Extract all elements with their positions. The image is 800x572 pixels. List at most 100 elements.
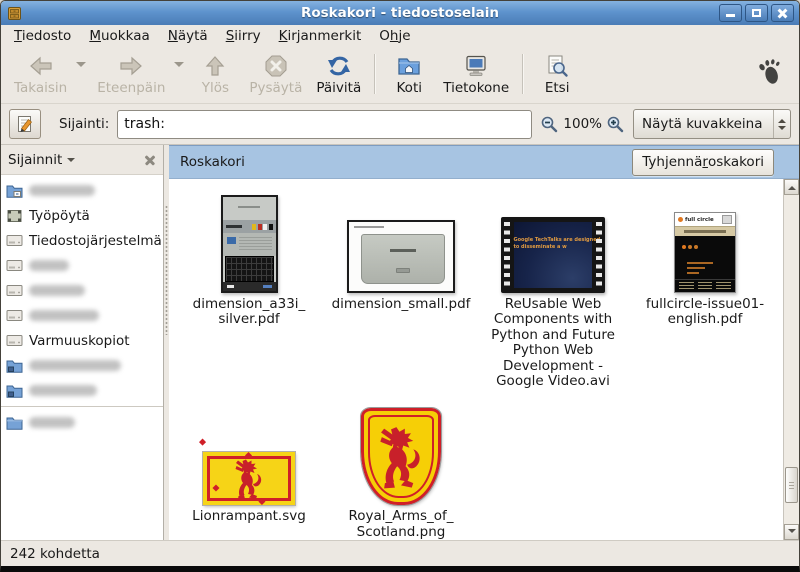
sidebar-title[interactable]: Sijainnit bbox=[8, 152, 62, 168]
view-mode-value: Näytä kuvakkeina bbox=[634, 116, 773, 132]
file-label: dimension_a33i_ silver.pdf bbox=[193, 297, 306, 328]
places-list: Työpöytä Tiedostojärjestelmä bbox=[1, 175, 163, 540]
window-title: Roskakori - tiedostoselain bbox=[1, 5, 799, 21]
menu-muokkaa[interactable]: Muokkaa bbox=[80, 26, 158, 46]
drive-icon bbox=[6, 309, 23, 322]
home-folder-icon bbox=[6, 184, 23, 198]
zoom-out-icon[interactable] bbox=[540, 115, 559, 134]
file-lionrampant-svg[interactable]: Lionrampant.svg bbox=[173, 405, 325, 540]
sidebar-item-redacted[interactable] bbox=[1, 303, 163, 328]
view-mode-spinner bbox=[773, 110, 790, 138]
forward-button[interactable]: Eteenpäin bbox=[90, 51, 172, 98]
refresh-arrows-icon bbox=[326, 53, 352, 79]
file-dimension-a33i-silver-pdf[interactable]: dimension_a33i_ silver.pdf bbox=[173, 193, 325, 389]
monitor-icon bbox=[463, 53, 489, 79]
pdf-thumbnail bbox=[347, 220, 455, 293]
image-thumbnail bbox=[203, 452, 295, 505]
drive-icon bbox=[6, 284, 23, 297]
arrow-right-icon bbox=[118, 53, 144, 79]
refresh-button[interactable]: Päivitä bbox=[309, 51, 368, 98]
scrollbar-thumb[interactable] bbox=[785, 467, 798, 503]
sidebar-item-redacted[interactable] bbox=[1, 253, 163, 278]
location-toggle-button[interactable] bbox=[9, 109, 41, 139]
sidebar-close-icon[interactable] bbox=[144, 154, 156, 166]
location-label: Sijainti: bbox=[59, 116, 109, 132]
menu-tiedosto[interactable]: Tiedosto bbox=[5, 26, 80, 46]
drive-icon bbox=[6, 334, 23, 347]
menubar: Tiedosto Muokkaa Näytä Siirry Kirjanmerk… bbox=[1, 25, 799, 47]
trash-header-title: Roskakori bbox=[180, 154, 245, 170]
file-royal-arms-of-scotland-png[interactable]: Royal_Arms_of_ Scotland.png bbox=[325, 405, 477, 540]
icon-view[interactable]: dimension_a33i_ silver.pdf dimension_sma… bbox=[169, 179, 799, 540]
sidebar-item-desktop[interactable]: Työpöytä bbox=[1, 203, 163, 228]
folder-emblem-icon bbox=[6, 384, 23, 398]
folder-home-icon bbox=[396, 53, 422, 79]
computer-button[interactable]: Tietokone bbox=[436, 51, 516, 98]
toolbar: Takaisin Eteenpäin Ylös Pysäytä Päivitä … bbox=[1, 47, 799, 104]
file-dimension-small-pdf[interactable]: dimension_small.pdf bbox=[325, 193, 477, 389]
zoom-level: 100% bbox=[563, 116, 602, 132]
toolbar-separator bbox=[374, 54, 376, 94]
zoom-in-icon[interactable] bbox=[606, 115, 625, 134]
up-button[interactable]: Ylös bbox=[188, 51, 242, 98]
home-button[interactable]: Koti bbox=[382, 51, 436, 98]
pdf-thumbnail bbox=[221, 195, 278, 293]
file-fullcircle-issue01-pdf[interactable]: full circle fullcircle-issue01- english.… bbox=[629, 193, 781, 389]
close-button[interactable] bbox=[771, 4, 794, 22]
search-button[interactable]: Etsi bbox=[530, 51, 584, 98]
toolbar-separator bbox=[522, 54, 524, 94]
back-button[interactable]: Takaisin bbox=[7, 51, 74, 98]
vertical-scrollbar[interactable] bbox=[783, 179, 799, 540]
gnome-foot-logo bbox=[747, 58, 793, 90]
sidebar-item-redacted[interactable] bbox=[1, 410, 163, 435]
pdf-thumbnail: full circle bbox=[674, 212, 736, 293]
sidebar-item-home[interactable] bbox=[1, 178, 163, 203]
drive-icon bbox=[6, 259, 23, 272]
desktop-icon bbox=[6, 209, 23, 223]
trash-header-bar: Roskakori Tyhjennä roskakori bbox=[169, 145, 799, 179]
file-view-pane: Roskakori Tyhjennä roskakori bbox=[169, 145, 799, 540]
arrow-up-icon bbox=[202, 53, 228, 79]
menu-siirry[interactable]: Siirry bbox=[217, 26, 270, 46]
document-magnifier-icon bbox=[544, 53, 570, 79]
location-bar: Sijainti: 100% Näytä kuvakkeina bbox=[1, 104, 799, 145]
forward-history-dropdown[interactable] bbox=[172, 62, 186, 72]
stop-button[interactable]: Pysäytä bbox=[242, 51, 309, 98]
sidebar-item-backups[interactable]: Varmuuskopiot bbox=[1, 328, 163, 353]
titlebar[interactable]: Roskakori - tiedostoselain bbox=[1, 1, 799, 25]
empty-trash-button[interactable]: Tyhjennä roskakori bbox=[632, 149, 774, 176]
statusbar: 242 kohdetta bbox=[1, 540, 799, 566]
sidebar-item-redacted[interactable] bbox=[1, 378, 163, 403]
file-label: fullcircle-issue01- english.pdf bbox=[646, 297, 764, 328]
folder-emblem-icon bbox=[6, 359, 23, 373]
menu-nayta[interactable]: Näytä bbox=[159, 26, 217, 46]
arrow-left-icon bbox=[28, 53, 54, 79]
file-reusable-web-components-avi[interactable]: Google TechTalks are designed to dissemi… bbox=[477, 193, 629, 389]
location-input[interactable] bbox=[117, 110, 532, 139]
file-label: Lionrampant.svg bbox=[192, 509, 306, 524]
scroll-up-arrow[interactable] bbox=[784, 179, 799, 195]
chevron-down-icon bbox=[67, 158, 75, 166]
scroll-down-arrow[interactable] bbox=[784, 524, 799, 540]
sidebar-item-redacted[interactable] bbox=[1, 278, 163, 303]
sidebar-separator bbox=[1, 406, 163, 407]
file-label: dimension_small.pdf bbox=[332, 297, 471, 312]
minimize-button[interactable] bbox=[719, 4, 742, 22]
places-sidebar: Sijainnit Työpöytä Tiedostojärjestelmä bbox=[1, 145, 164, 540]
file-label: ReUsable Web Components with Python and … bbox=[491, 297, 615, 389]
menu-kirjanmerkit[interactable]: Kirjanmerkit bbox=[270, 26, 371, 46]
image-thumbnail bbox=[361, 408, 441, 505]
view-mode-select[interactable]: Näytä kuvakkeina bbox=[633, 109, 791, 139]
sidebar-header: Sijainnit bbox=[1, 145, 163, 175]
drive-icon bbox=[6, 234, 23, 247]
menu-ohje[interactable]: Ohje bbox=[370, 26, 419, 46]
back-history-dropdown[interactable] bbox=[74, 62, 88, 72]
file-label: Royal_Arms_of_ Scotland.png bbox=[348, 509, 453, 540]
sidebar-item-redacted[interactable] bbox=[1, 353, 163, 378]
folder-icon bbox=[6, 416, 23, 430]
octagon-x-icon bbox=[263, 53, 289, 79]
item-count: 242 kohdetta bbox=[10, 546, 100, 562]
video-thumbnail: Google TechTalks are designed to dissemi… bbox=[501, 217, 605, 293]
sidebar-item-filesystem[interactable]: Tiedostojärjestelmä bbox=[1, 228, 163, 253]
maximize-button[interactable] bbox=[745, 4, 768, 22]
